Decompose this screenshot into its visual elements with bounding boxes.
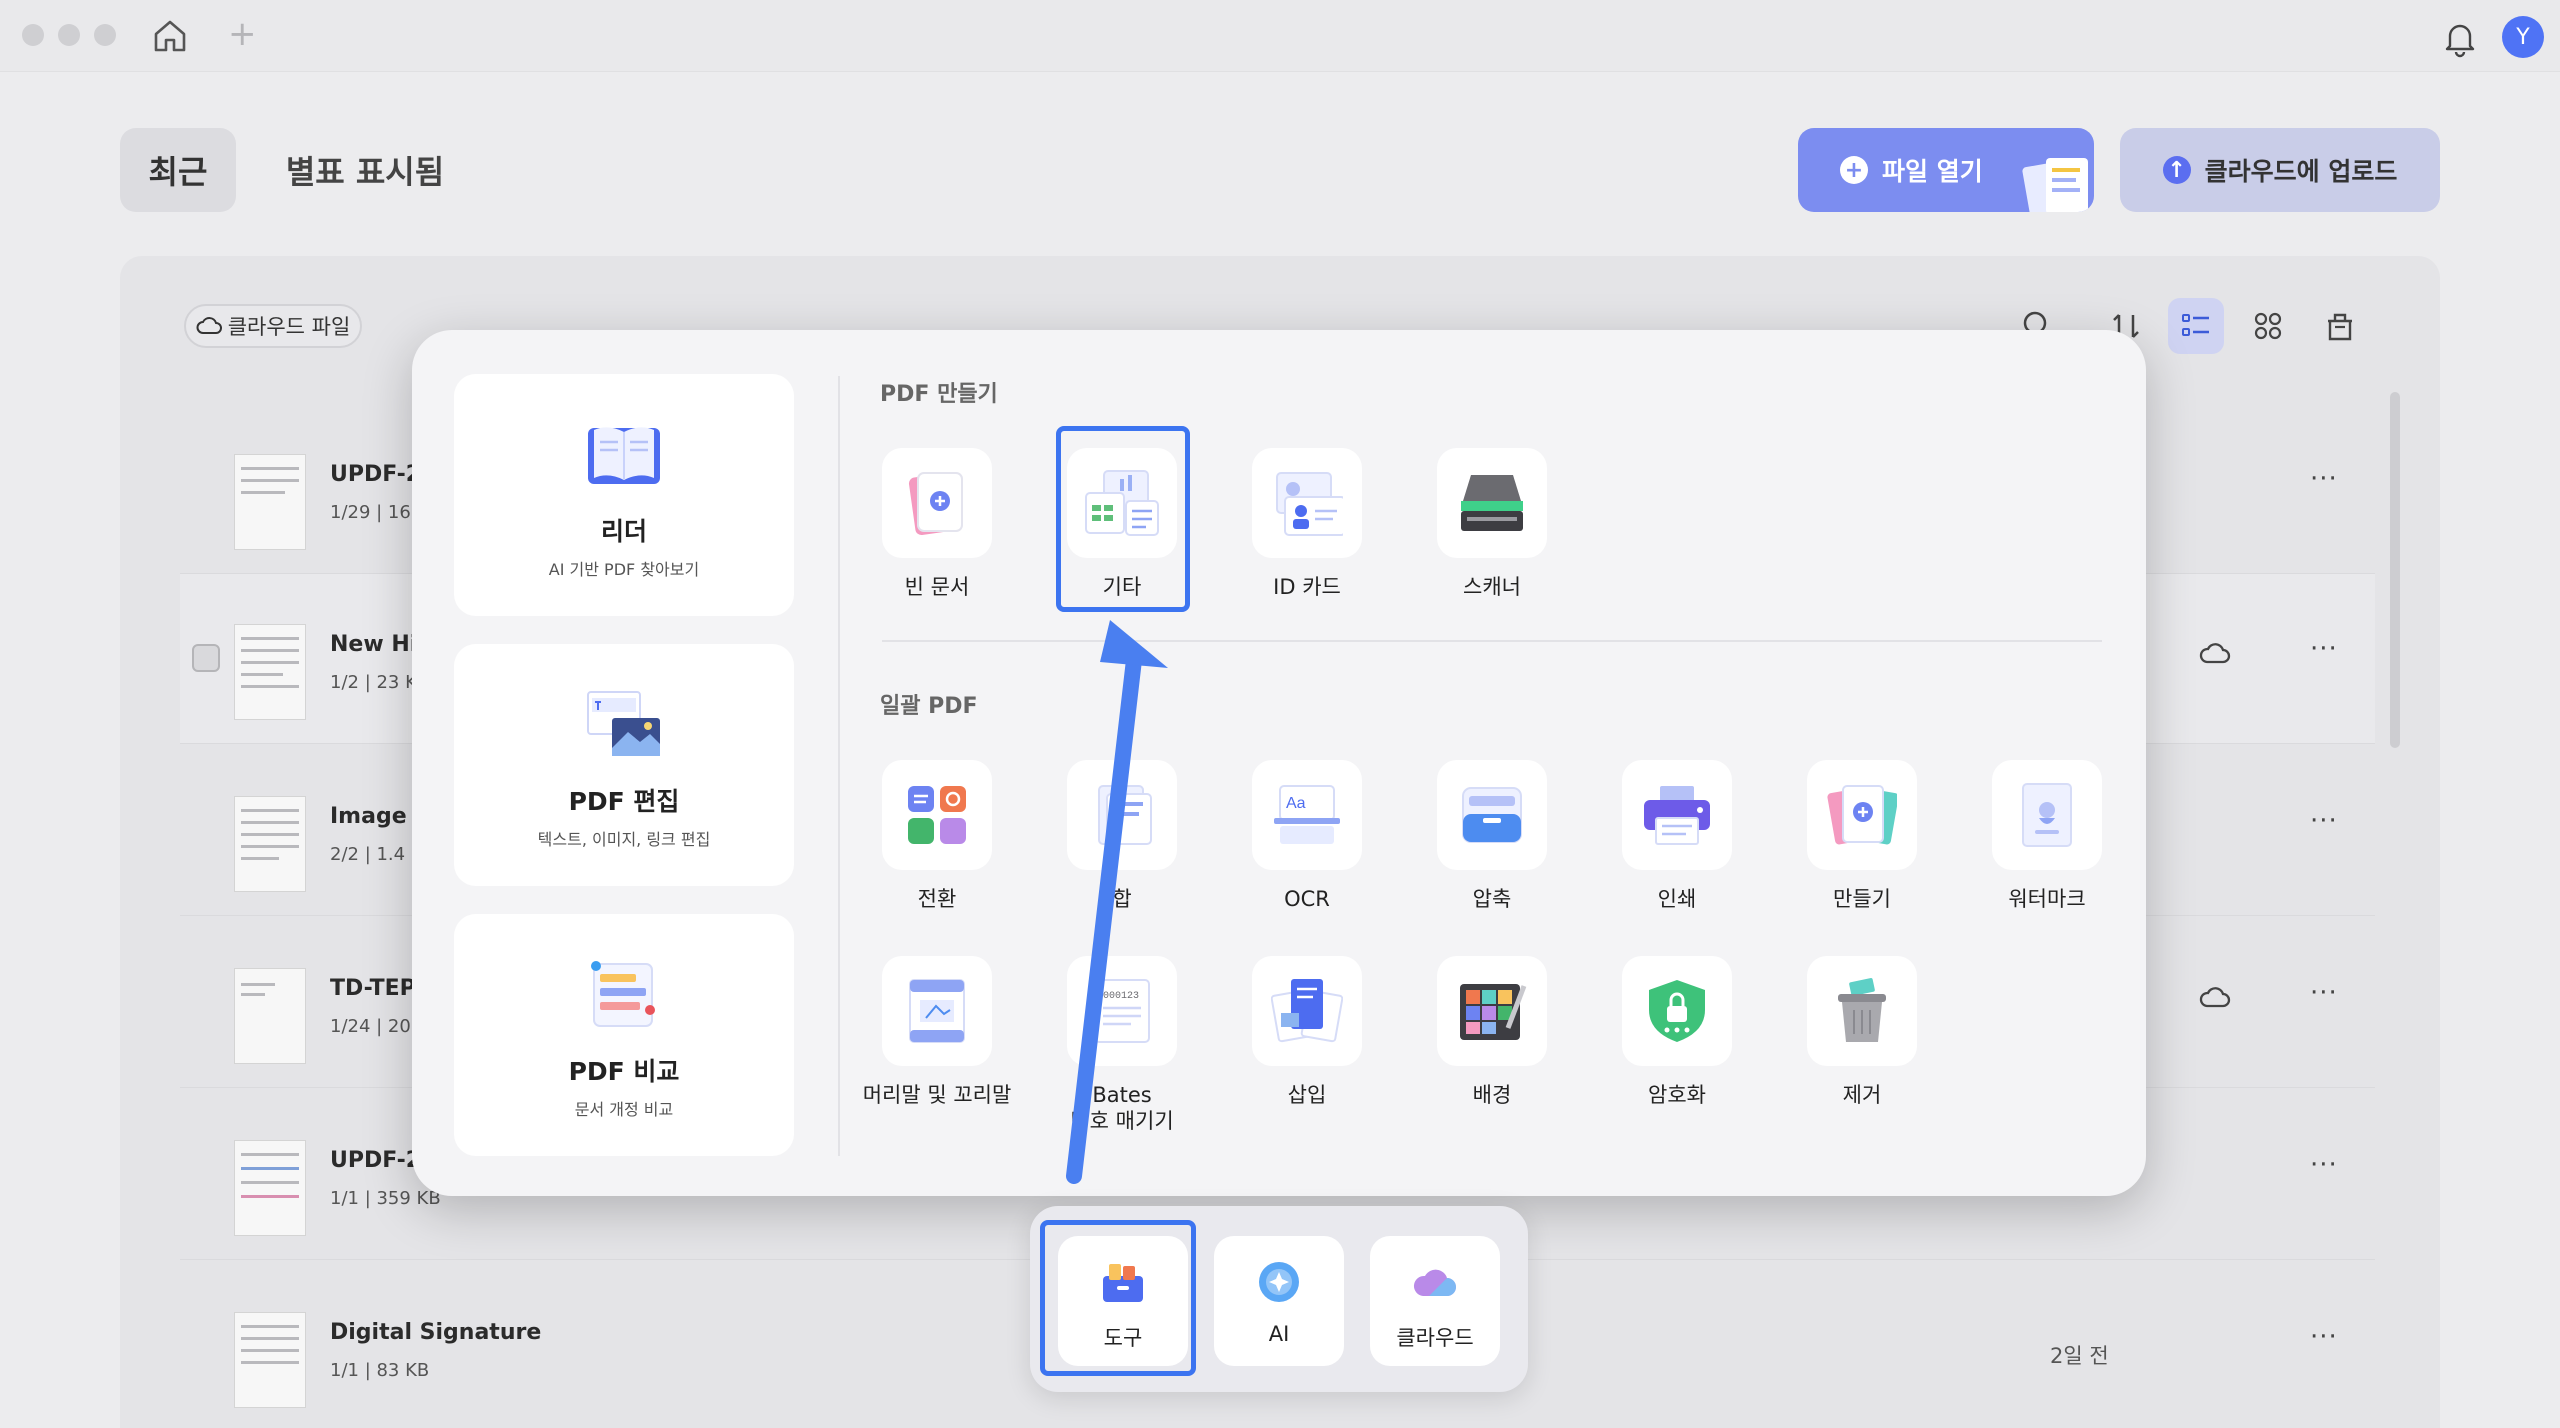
annotation-arrow bbox=[1066, 620, 1168, 1184]
app-window: + Y 최근 별표 표시됨 + 파일 열기 ↑ 클라우드에 업로드 클라우드 파… bbox=[0, 0, 2560, 1428]
